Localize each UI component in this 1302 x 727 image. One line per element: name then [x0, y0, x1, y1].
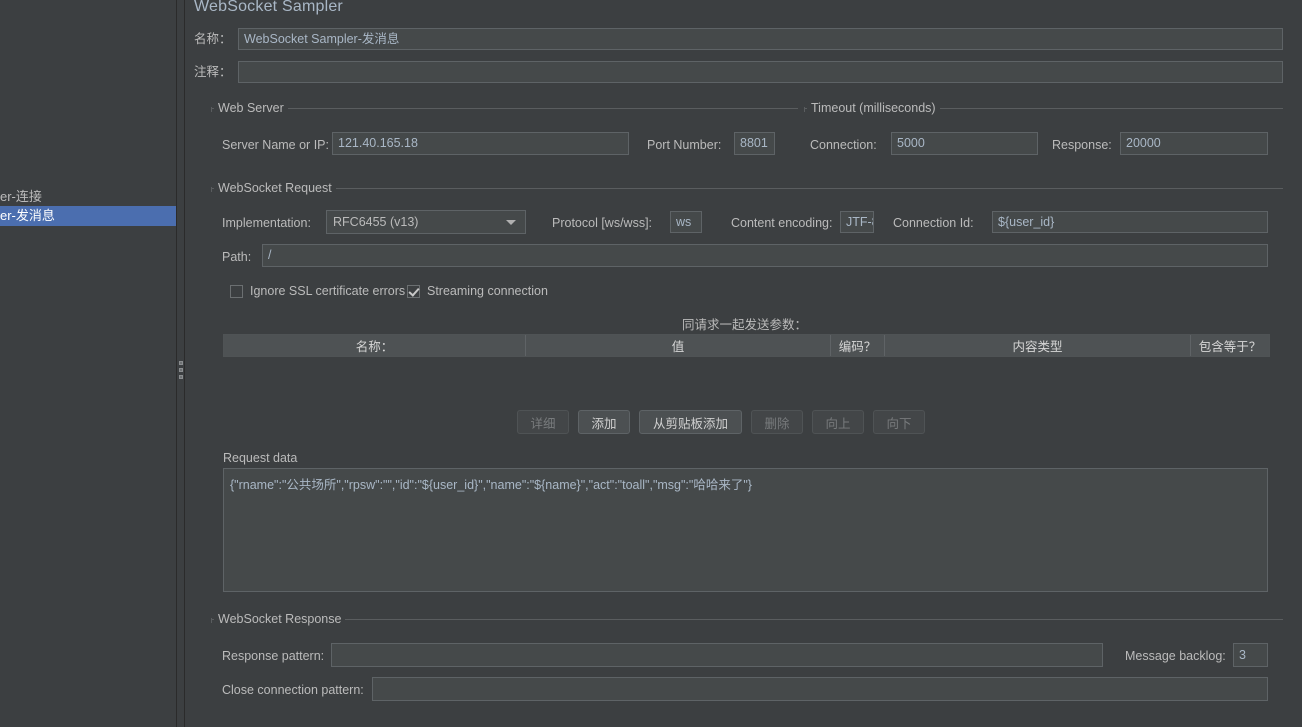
timeout-group-title: Timeout (milliseconds)	[807, 101, 940, 115]
streaming-connection-label: Streaming connection	[427, 284, 548, 298]
name-label: 名称：	[194, 32, 232, 46]
ignore-ssl-checkbox[interactable]: Ignore SSL certificate errors	[230, 284, 405, 298]
delete-button[interactable]: 删除	[751, 410, 803, 434]
connection-timeout-input[interactable]: 5000	[891, 132, 1038, 155]
tree-item-label: er-连接	[0, 189, 42, 204]
message-backlog-label: Message backlog:	[1125, 649, 1226, 663]
websocket-sampler-window: er-连接 er-发消息 WebSocket Sampler 名称： WebSo…	[0, 0, 1302, 727]
column-header-include-equals[interactable]: 包含等于？	[1191, 335, 1269, 356]
implementation-value: RFC6455 (v13)	[333, 215, 419, 229]
splitter-grip-icon	[179, 361, 184, 382]
protocol-label: Protocol [ws/wss]:	[552, 216, 653, 230]
connection-id-label: Connection Id:	[893, 216, 974, 230]
tree-item-connect[interactable]: er-连接	[0, 187, 176, 207]
page-title: WebSocket Sampler	[194, 0, 343, 15]
ws-request-group-title: WebSocket Request	[214, 181, 336, 195]
params-caption: 同请求一起发送参数：	[682, 318, 808, 332]
protocol-input[interactable]: ws	[670, 211, 702, 233]
move-down-button[interactable]: 向下	[873, 410, 925, 434]
connection-id-input[interactable]: ${user_id}	[992, 211, 1268, 233]
implementation-label: Implementation:	[222, 216, 311, 230]
tree-item-send-message[interactable]: er-发消息	[0, 206, 176, 226]
params-table-header: 名称： 值 编码？ 内容类型 包含等于？	[223, 334, 1270, 357]
test-plan-tree[interactable]: er-连接 er-发消息	[0, 0, 176, 727]
ws-response-group-title: WebSocket Response	[214, 612, 346, 626]
message-backlog-input[interactable]: 3	[1233, 643, 1268, 667]
params-table-body[interactable]	[223, 357, 1270, 403]
comment-input[interactable]	[238, 61, 1283, 83]
move-up-button[interactable]: 向上	[812, 410, 864, 434]
request-data-label: Request data	[223, 451, 298, 465]
tree-item-label: er-发消息	[0, 208, 55, 223]
port-number-label: Port Number:	[647, 138, 722, 152]
server-name-label: Server Name or IP:	[222, 138, 329, 152]
server-name-input[interactable]: 121.40.165.18	[332, 132, 629, 155]
ws-request-group-line	[211, 188, 1283, 189]
ignore-ssl-label: Ignore SSL certificate errors	[250, 284, 406, 298]
request-data-textarea[interactable]: {"rname":"公共场所","rpsw":"","id":"${user_i…	[223, 468, 1268, 592]
comment-label: 注释：	[194, 65, 232, 79]
connection-timeout-label: Connection:	[810, 138, 877, 152]
path-input[interactable]: /	[262, 244, 1268, 267]
response-pattern-label: Response pattern:	[222, 649, 325, 663]
content-encoding-label: Content encoding:	[731, 216, 833, 230]
ws-response-group-line	[211, 619, 1283, 620]
port-number-input[interactable]: 8801	[734, 132, 775, 155]
column-header-value[interactable]: 值	[526, 335, 831, 356]
add-from-clipboard-button[interactable]: 从剪贴板添加	[639, 410, 742, 434]
response-timeout-label: Response:	[1052, 138, 1112, 152]
response-timeout-input[interactable]: 20000	[1120, 132, 1268, 155]
column-header-encode[interactable]: 编码？	[831, 335, 885, 356]
panel-splitter[interactable]	[176, 0, 185, 727]
web-server-group-line	[211, 108, 798, 109]
sampler-config-panel: WebSocket Sampler 名称： WebSocket Sampler-…	[186, 0, 1302, 727]
close-connection-pattern-input[interactable]	[372, 677, 1268, 701]
implementation-select[interactable]: RFC6455 (v13)	[326, 210, 526, 234]
detail-button[interactable]: 详细	[517, 410, 569, 434]
column-header-name[interactable]: 名称：	[224, 335, 526, 356]
streaming-connection-checkbox[interactable]: Streaming connection	[407, 284, 548, 298]
column-header-content-type[interactable]: 内容类型	[885, 335, 1191, 356]
content-encoding-input[interactable]: JTF-8	[840, 211, 874, 233]
checkbox-checked-icon	[407, 284, 420, 298]
checkbox-icon	[230, 284, 243, 298]
response-pattern-input[interactable]	[331, 643, 1103, 667]
web-server-group-title: Web Server	[214, 101, 288, 115]
add-button[interactable]: 添加	[578, 410, 630, 434]
path-label: Path:	[222, 250, 252, 264]
close-connection-pattern-label: Close connection pattern:	[222, 683, 364, 697]
chevron-down-icon	[506, 220, 516, 225]
name-input[interactable]: WebSocket Sampler-发消息	[238, 28, 1283, 50]
